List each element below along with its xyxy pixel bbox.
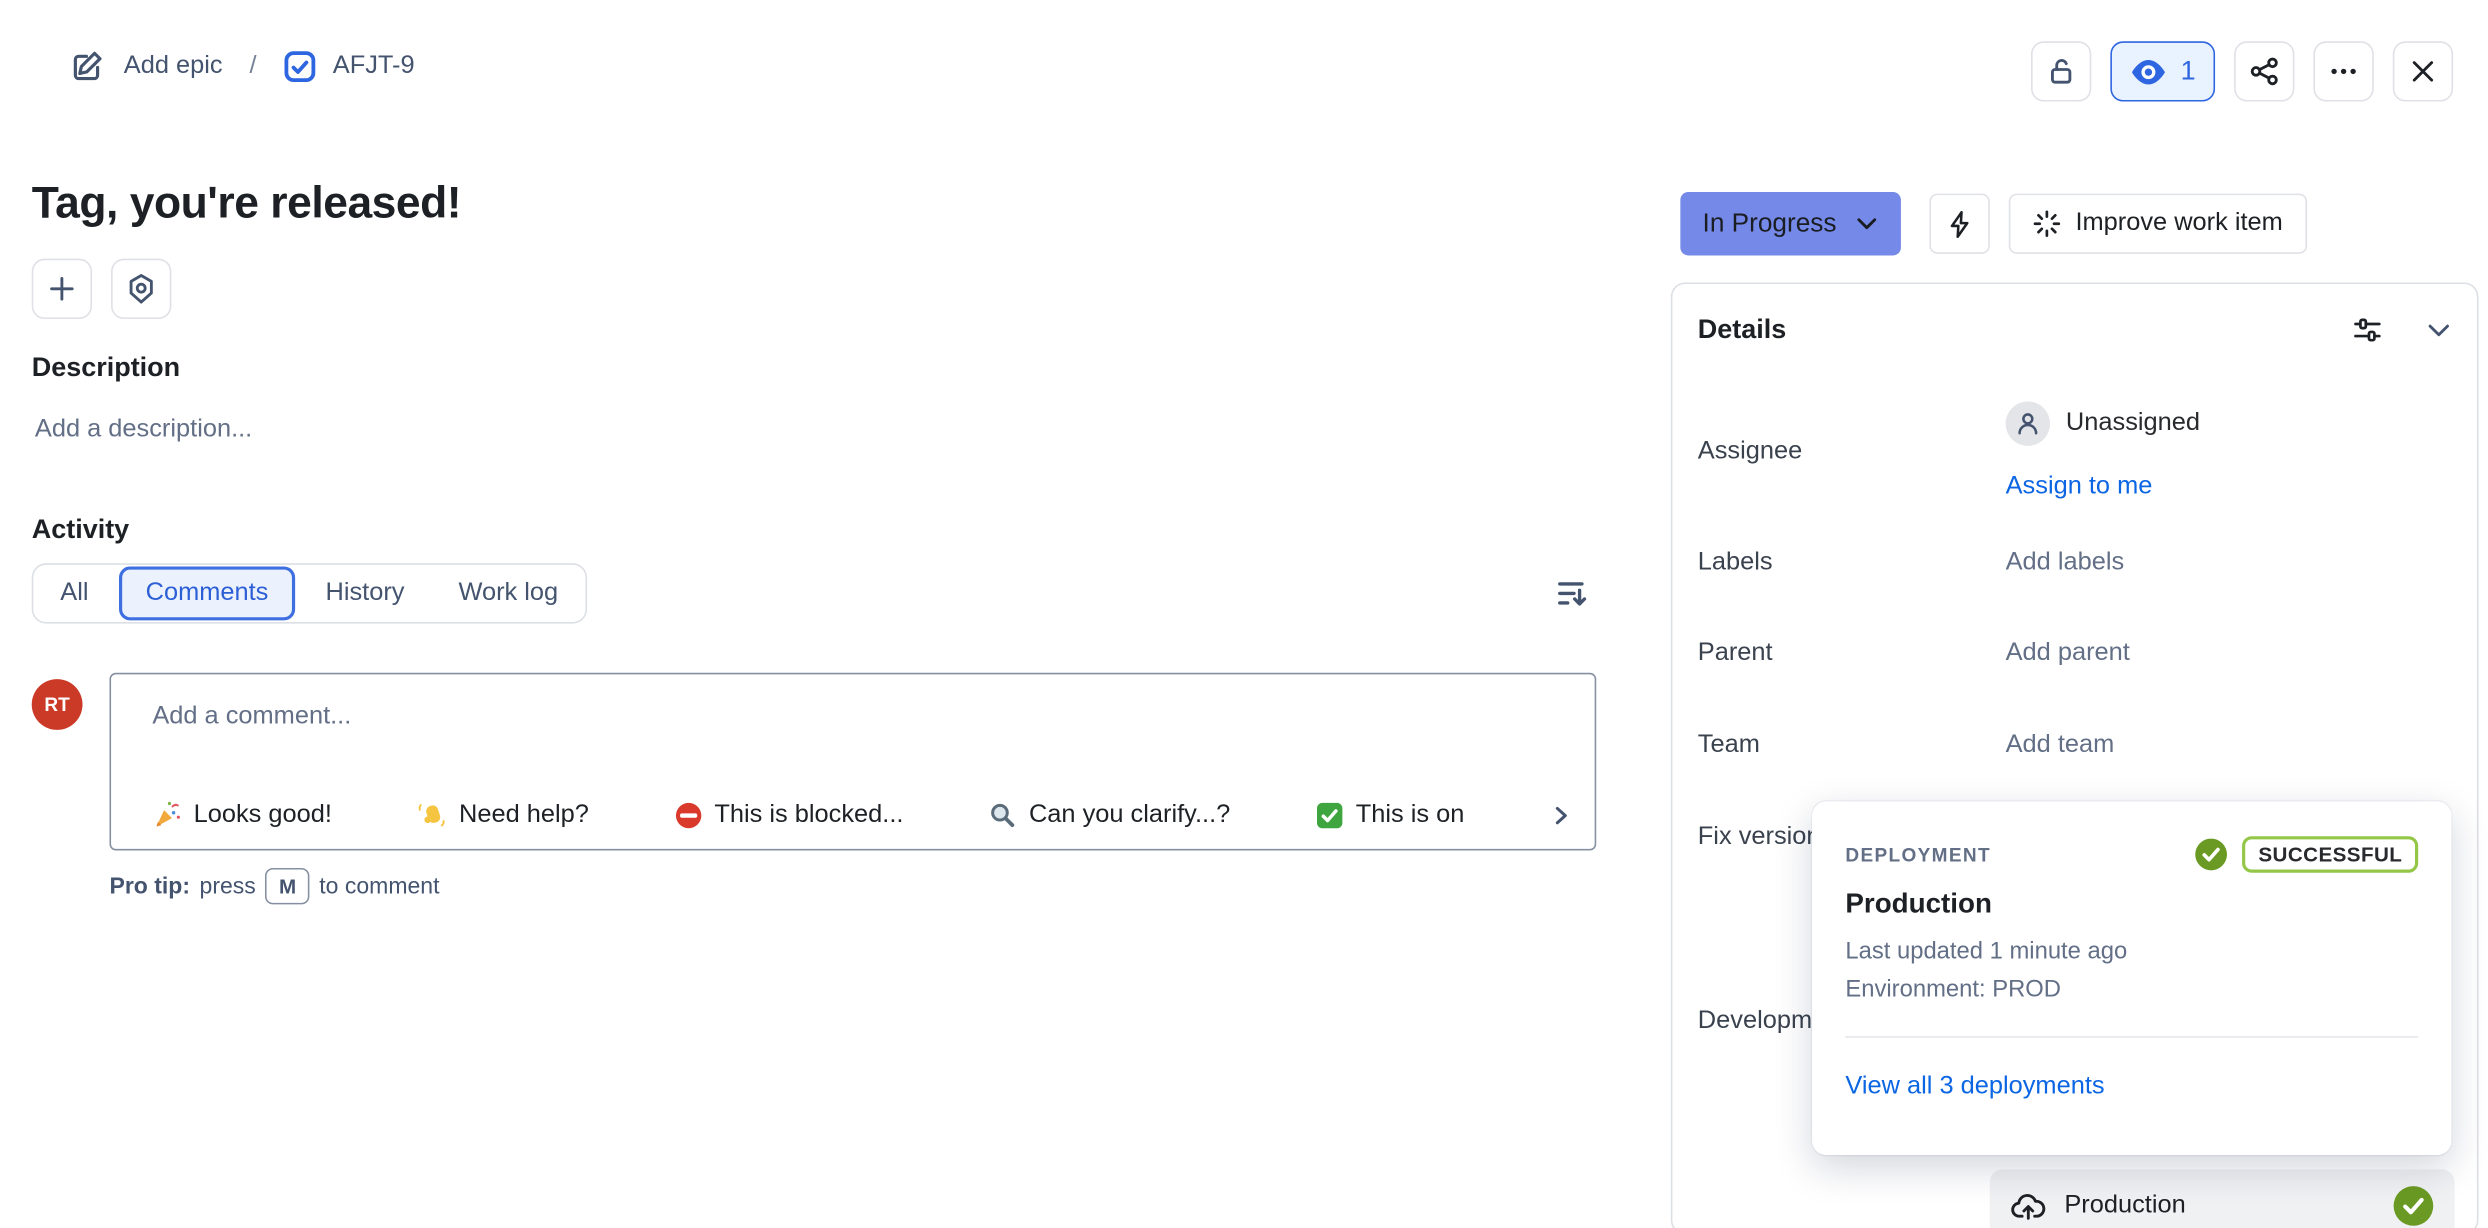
improve-work-item-button[interactable]: Improve work item [2009,194,2307,254]
no-entry-icon [675,801,704,830]
status-badge: SUCCESSFUL [2242,836,2418,872]
field-label-labels: Labels [1698,549,1773,578]
more-button[interactable] [2313,41,2373,101]
close-icon [2407,56,2439,88]
success-check-icon [2195,838,2228,871]
quick-reply-need-help[interactable]: Need help? [418,800,589,830]
ai-sparkle-icon [2033,209,2062,238]
configure-fields-icon[interactable] [2352,314,2384,346]
page-title[interactable]: Tag, you're released! [32,178,461,229]
close-button[interactable] [2393,41,2453,101]
share-button[interactable] [2234,41,2294,101]
tab-comments[interactable]: Comments [119,566,296,620]
popup-eyebrow: DEPLOYMENT [1845,843,1991,865]
add-epic-icon [70,49,105,84]
description-placeholder[interactable]: Add a description... [35,416,252,445]
jira-issue-view: Add epic / AFJT-9 [0,0,2488,1228]
person-icon [2006,401,2050,445]
magnifier-icon [989,801,1018,830]
ellipsis-icon [2328,56,2360,88]
lightning-icon [1945,209,1974,239]
quick-reply-clarify[interactable]: Can you clarify...? [989,801,1230,830]
sort-button[interactable] [1547,570,1598,621]
details-header: Details [1698,314,2452,346]
breadcrumb-add-epic[interactable]: Add epic [124,52,223,81]
chevron-down-icon [1855,216,1879,232]
watch-button[interactable]: 1 [2110,41,2215,101]
keyboard-key-m: M [265,868,309,904]
quick-reply-on-track[interactable]: This is on [1316,801,1464,830]
deployment-success-icon [2393,1184,2434,1225]
eye-icon [2130,58,2168,85]
hexagon-badge-icon [125,273,157,305]
quick-replies: Looks good! Need help? [152,800,1572,830]
field-label-assignee: Assignee [1698,438,1802,467]
comment-placeholder[interactable]: Add a comment... [152,703,351,732]
field-value-parent[interactable]: Add parent [2006,639,2130,668]
header-actions: 1 [2031,41,2453,101]
quick-replies-overflow-chevron[interactable] [1550,802,1572,827]
tab-worklog[interactable]: Work log [431,579,585,608]
collapse-chevron-icon[interactable] [2426,321,2451,338]
field-label-parent: Parent [1698,639,1773,668]
breadcrumb-separator: / [250,52,257,81]
apps-button[interactable] [111,259,171,319]
breadcrumb-issue-key[interactable]: AFJT-9 [333,52,415,81]
quick-reply-looks-good[interactable]: Looks good! [152,800,332,830]
tab-history[interactable]: History [299,579,432,608]
lock-button[interactable] [2031,41,2091,101]
comment-box[interactable]: Add a comment... Looks good! [109,673,1596,851]
unlock-icon [2045,56,2077,88]
activity-heading: Activity [32,514,129,546]
tab-all[interactable]: All [33,579,115,608]
share-icon [2248,56,2280,88]
popup-updated: Last updated 1 minute ago [1845,938,2418,965]
cloud-upload-icon [2010,1191,2046,1220]
quick-reply-blocked[interactable]: This is blocked... [675,801,904,830]
deployment-popup: DEPLOYMENT SUCCESSFUL Production Last up… [1812,801,2451,1155]
deployment-chip[interactable]: Production [1990,1169,2455,1228]
pro-tip: Pro tip: press M to comment [109,868,439,904]
view-all-deployments-link[interactable]: View all 3 deployments [1845,1073,2418,1102]
breadcrumb: Add epic / AFJT-9 [70,49,415,84]
description-heading: Description [32,352,180,384]
popup-title: Production [1845,887,2418,920]
watch-count: 1 [2181,56,2196,88]
deployment-chip-label: Production [2064,1191,2185,1220]
field-value-team[interactable]: Add team [2006,731,2115,760]
activity-tabs: All Comments History Work log [32,563,587,623]
party-popper-icon [152,800,182,830]
task-type-icon[interactable] [284,51,316,83]
field-value-labels[interactable]: Add labels [2006,549,2125,578]
details-title: Details [1698,314,1786,346]
automation-button[interactable] [1929,194,1989,254]
plus-icon [46,273,78,305]
avatar[interactable]: RT [32,679,83,730]
add-button[interactable] [32,259,92,319]
popup-environment: Environment: PROD [1845,976,2418,1003]
field-label-team: Team [1698,731,1760,760]
status-dropdown[interactable]: In Progress [1680,192,1901,255]
check-box-icon [1316,801,1345,830]
sort-icon [1553,576,1591,614]
popup-divider [1845,1036,2418,1038]
assign-to-me-link[interactable]: Assign to me [2006,473,2153,502]
title-actions [32,259,172,319]
waving-hand-icon [418,800,448,830]
assignee-value[interactable]: Unassigned [2006,401,2200,445]
